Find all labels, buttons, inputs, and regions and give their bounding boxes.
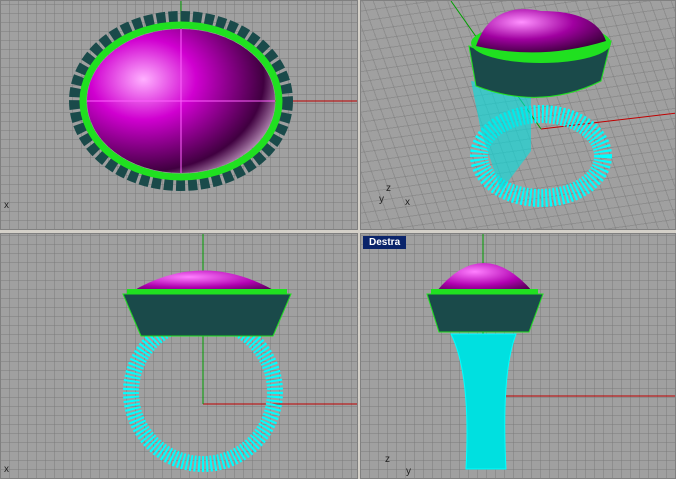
axis-label-x: x [4, 200, 9, 211]
axis-label-y: y [406, 466, 411, 477]
axis-label-y: y [379, 194, 384, 205]
gem [476, 9, 606, 53]
front-view-model [122, 234, 357, 472]
viewport-perspective[interactable]: z y x [360, 0, 676, 230]
axis-label-z: z [386, 183, 391, 194]
axis-label-x: x [4, 464, 9, 475]
gem [436, 263, 533, 292]
top-view-model [69, 1, 357, 191]
perspective-view-model [450, 1, 675, 207]
shank [450, 333, 517, 470]
stone-gallery [122, 293, 292, 337]
right-view-model [426, 234, 675, 470]
viewport-front[interactable]: x [0, 233, 358, 479]
stone-gallery [426, 293, 544, 333]
viewport-right[interactable]: Destra z y [360, 233, 676, 479]
axis-label-x: x [405, 197, 410, 208]
viewport-top[interactable]: x [0, 0, 358, 230]
axis-label-z: z [385, 454, 390, 465]
gem [131, 270, 277, 292]
